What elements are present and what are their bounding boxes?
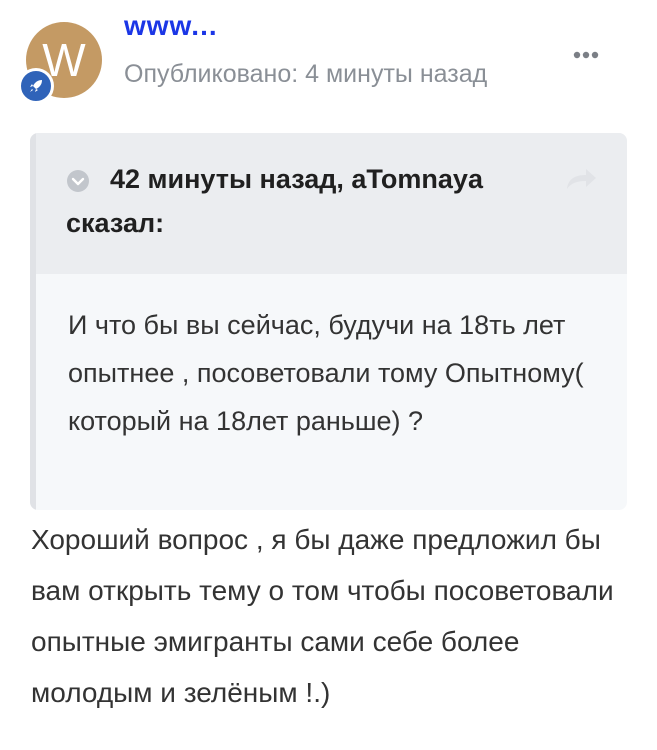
quote-block: 42 минуты назад, aTomnaya сказал: И что … <box>30 133 627 510</box>
quote-header: 42 минуты назад, aTomnaya сказал: <box>36 133 627 274</box>
post-body: Хороший вопрос , я бы даже предложил бы … <box>31 524 614 708</box>
author-name-link[interactable]: www... <box>124 10 218 42</box>
post-timestamp[interactable]: Опубликовано: 4 минуты назад <box>124 60 487 89</box>
quote-text: И что бы вы сейчас, будучи на 18ть лет о… <box>68 310 584 436</box>
author-avatar-group[interactable]: W <box>18 18 104 104</box>
rocket-icon <box>30 80 42 92</box>
quote-citation[interactable]: 42 минуты назад, aTomnaya сказал: <box>66 157 566 245</box>
share-arrow-icon[interactable] <box>564 165 598 191</box>
rank-badge <box>18 68 54 104</box>
more-options-icon[interactable] <box>572 50 600 60</box>
